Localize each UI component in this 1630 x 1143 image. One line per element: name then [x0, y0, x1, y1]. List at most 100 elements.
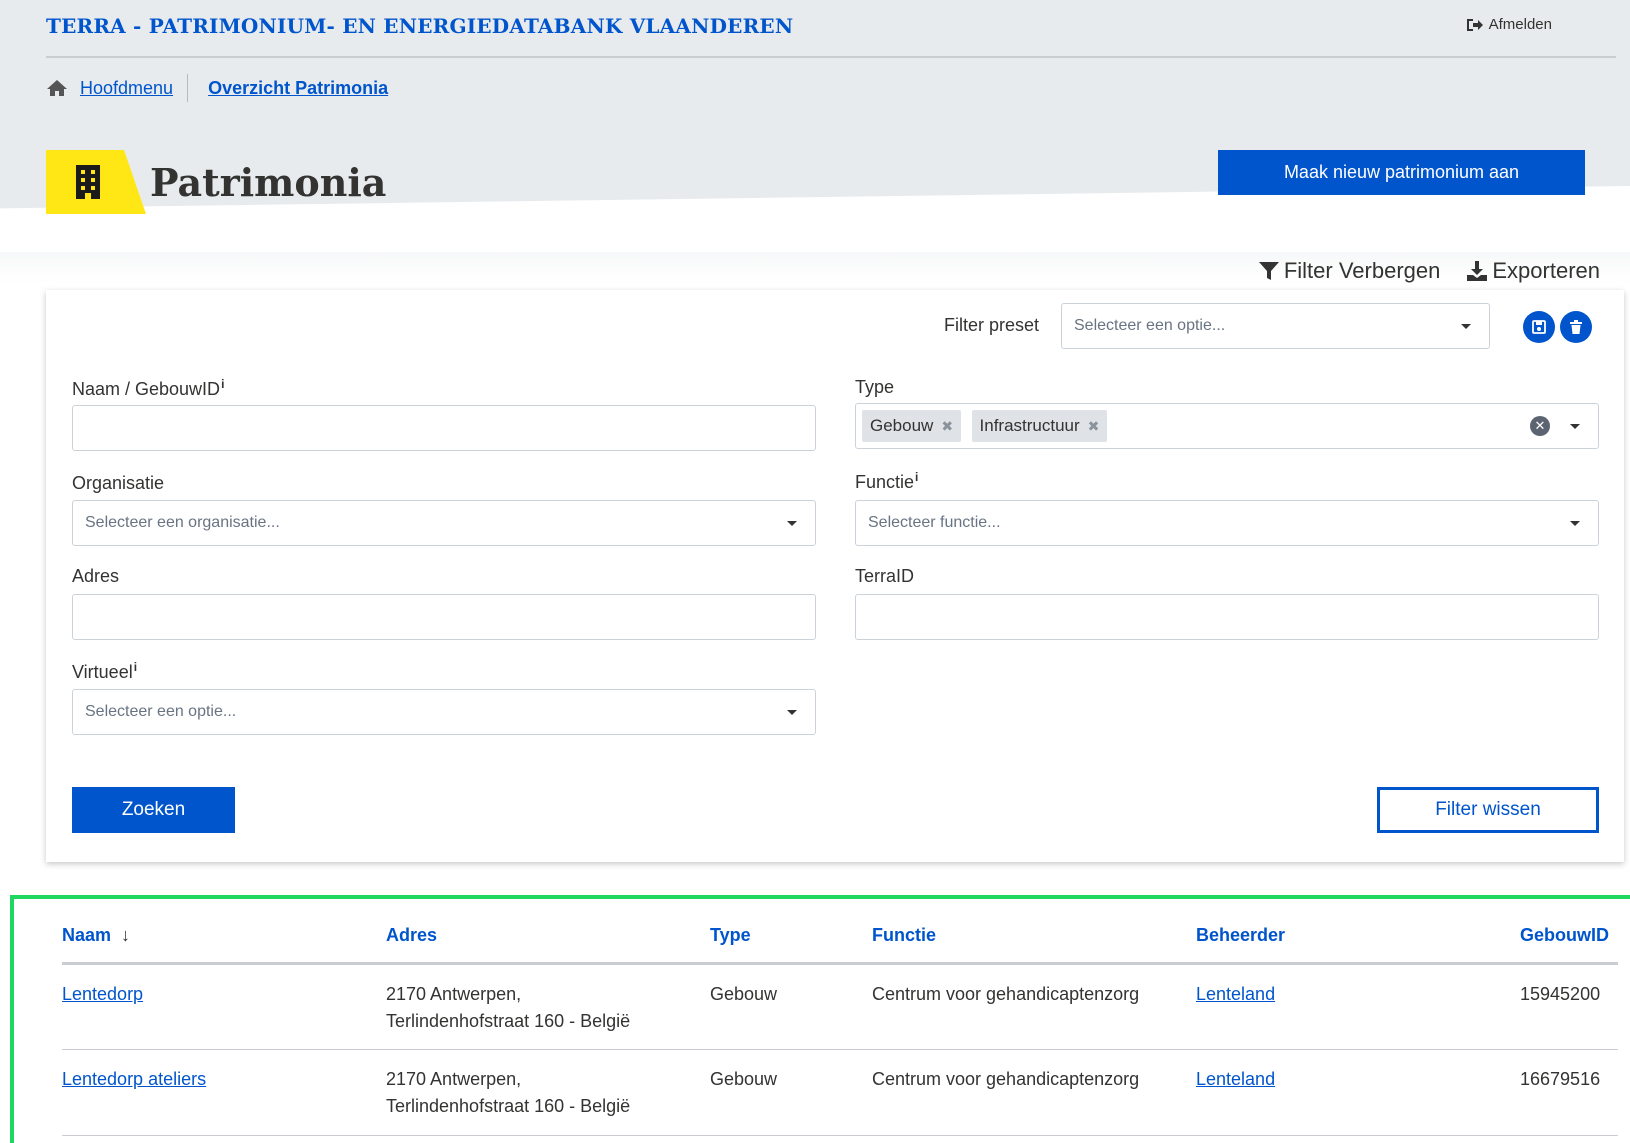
- logout-label: Afmelden: [1488, 16, 1552, 33]
- column-header-functie[interactable]: Functie: [872, 909, 1196, 965]
- results-table: Naam ↓ Adres Type Functie Beheerder Gebou…: [62, 909, 1618, 1136]
- breadcrumb-current-link[interactable]: Overzicht Patrimonia: [208, 78, 388, 99]
- page-header: Patrimonia: [46, 150, 386, 214]
- logout-icon: [1466, 18, 1483, 31]
- name-label-text: Naam / GebouwID: [72, 379, 221, 399]
- cell-gebouwid: 16679516: [1520, 1049, 1618, 1136]
- logout-button[interactable]: Afmelden: [1466, 16, 1552, 33]
- create-patrimonium-button[interactable]: Maak nieuw patrimonium aan: [1218, 150, 1585, 195]
- breadcrumb-separator: [187, 74, 189, 102]
- type-label: Type: [855, 377, 895, 397]
- download-icon: [1467, 261, 1488, 281]
- cell-naam: Lentedorp: [62, 963, 386, 1050]
- export-label: Exporteren: [1492, 258, 1600, 283]
- cell-type: Gebouw: [710, 1049, 872, 1136]
- function-label: Functiei: [855, 470, 918, 493]
- results-table-container: Naam ↓ Adres Type Functie Beheerder Gebou…: [10, 895, 1630, 1143]
- remove-chip-icon[interactable]: ✖: [1088, 418, 1100, 435]
- cell-type: Gebouw: [710, 963, 872, 1050]
- clear-filter-button[interactable]: Filter wissen: [1377, 787, 1599, 833]
- sort-arrow-icon: ↓: [121, 924, 131, 945]
- cell-adres: 2170 Antwerpen, Terlindenhofstraat 160 - …: [386, 1049, 710, 1136]
- filter-preset-select[interactable]: Selecteer een optie...: [1061, 303, 1490, 349]
- patrimonium-link[interactable]: Lentedorp ateliers: [62, 1069, 206, 1089]
- title-badge: [46, 150, 146, 214]
- remove-chip-icon[interactable]: ✖: [941, 418, 953, 435]
- virtual-label-text: Virtueel: [72, 662, 133, 682]
- page-title: Patrimonia: [150, 159, 387, 205]
- cell-beheerder: Lenteland: [1196, 1049, 1520, 1136]
- address-input[interactable]: [72, 594, 816, 640]
- organisation-select[interactable]: Selecteer een organisatie...: [72, 500, 816, 546]
- address-line: 2170 Antwerpen,: [386, 983, 522, 1004]
- column-header-naam[interactable]: Naam ↓: [62, 909, 386, 965]
- function-info-icon[interactable]: i: [915, 470, 918, 484]
- breadcrumb: Hoofdmenu Overzicht Patrimonia: [46, 74, 388, 102]
- function-label-text: Functie: [855, 472, 915, 492]
- filter-preset-placeholder: Selecteer een optie...: [1074, 317, 1226, 334]
- toggle-filter-label: Filter Verbergen: [1283, 258, 1441, 283]
- type-chip-infrastructuur: Infrastructuur ✖: [971, 410, 1108, 442]
- table-header-row: Naam ↓ Adres Type Functie Beheerder Gebou…: [62, 909, 1618, 965]
- virtual-label: Virtueeli: [72, 660, 137, 683]
- virtual-info-icon[interactable]: i: [134, 660, 137, 674]
- list-toolbar: Filter Verbergen Exporteren: [1258, 258, 1600, 284]
- export-button[interactable]: Exporteren: [1466, 258, 1600, 284]
- name-input[interactable]: [72, 405, 816, 451]
- column-header-type[interactable]: Type: [710, 909, 872, 965]
- home-icon[interactable]: [46, 79, 68, 97]
- address-line: Terlindenhofstraat 160 - België: [386, 1095, 631, 1116]
- column-header-adres[interactable]: Adres: [386, 909, 710, 965]
- clear-selection-icon[interactable]: ✕: [1530, 416, 1550, 436]
- virtual-select[interactable]: Selecteer een optie...: [72, 689, 816, 735]
- address-line: Terlindenhofstraat 160 - België: [386, 1010, 631, 1031]
- table-row: Lentedorp 2170 Antwerpen, Terlindenhofstr…: [62, 963, 1618, 1050]
- chevron-down-icon: [787, 520, 797, 526]
- filter-panel: Filter preset Selecteer een optie... Naa…: [46, 290, 1624, 862]
- cell-adres: 2170 Antwerpen, Terlindenhofstraat 160 - …: [386, 963, 710, 1050]
- type-chips: Gebouw ✖ Infrastructuur ✖: [862, 410, 1530, 442]
- name-info-icon[interactable]: i: [221, 377, 224, 391]
- type-chip-label: Gebouw: [870, 416, 934, 435]
- app-title: TERRA - PATRIMONIUM- EN ENERGIEDATABANK …: [46, 14, 794, 38]
- cell-functie: Centrum voor gehandicaptenzorg: [872, 1049, 1196, 1136]
- patrimonium-link[interactable]: Lentedorp: [62, 984, 143, 1004]
- virtual-placeholder: Selecteer een optie...: [85, 703, 237, 720]
- terraid-input[interactable]: [855, 594, 1599, 640]
- search-button[interactable]: Zoeken: [72, 787, 235, 833]
- table-row: Lentedorp ateliers 2170 Antwerpen, Terlin…: [62, 1049, 1618, 1136]
- address-line: 2170 Antwerpen,: [386, 1068, 522, 1089]
- type-chip-gebouw: Gebouw ✖: [862, 410, 962, 442]
- cell-naam: Lentedorp ateliers: [62, 1049, 386, 1136]
- chevron-down-icon: [787, 709, 797, 715]
- type-multiselect[interactable]: Gebouw ✖ Infrastructuur ✖ ✕: [855, 403, 1599, 449]
- filter-icon: [1258, 262, 1279, 280]
- organisation-placeholder: Selecteer een organisatie...: [85, 514, 280, 531]
- cell-gebouwid: 15945200: [1520, 963, 1618, 1050]
- filter-preset-label: Filter preset: [944, 315, 1040, 335]
- save-icon: [1532, 320, 1546, 334]
- toggle-filter-button[interactable]: Filter Verbergen: [1258, 258, 1441, 284]
- top-bar: TERRA - PATRIMONIUM- EN ENERGIEDATABANK …: [0, 0, 1630, 58]
- cell-beheerder: Lenteland: [1196, 963, 1520, 1050]
- breadcrumb-home-link[interactable]: Hoofdmenu: [80, 78, 173, 99]
- column-header-label: Naam: [62, 924, 112, 945]
- delete-preset-button[interactable]: [1560, 311, 1592, 343]
- column-header-beheerder[interactable]: Beheerder: [1196, 909, 1520, 965]
- trash-icon: [1570, 320, 1582, 334]
- address-label: Adres: [72, 566, 120, 586]
- chevron-down-icon: [1570, 423, 1580, 429]
- beheerder-link[interactable]: Lenteland: [1196, 1069, 1275, 1089]
- function-select[interactable]: Selecteer functie...: [855, 500, 1599, 546]
- organisation-label: Organisatie: [72, 473, 165, 493]
- function-placeholder: Selecteer functie...: [868, 514, 1001, 531]
- terraid-label: TerraID: [855, 566, 915, 586]
- beheerder-link[interactable]: Lenteland: [1196, 984, 1275, 1004]
- chevron-down-icon: [1570, 520, 1580, 526]
- name-label: Naam / GebouwIDi: [72, 377, 224, 400]
- cell-functie: Centrum voor gehandicaptenzorg: [872, 963, 1196, 1050]
- column-header-gebouwid[interactable]: GebouwID: [1520, 909, 1618, 965]
- type-chip-label: Infrastructuur: [979, 416, 1080, 435]
- chevron-down-icon: [1461, 323, 1471, 329]
- save-preset-button[interactable]: [1523, 311, 1555, 343]
